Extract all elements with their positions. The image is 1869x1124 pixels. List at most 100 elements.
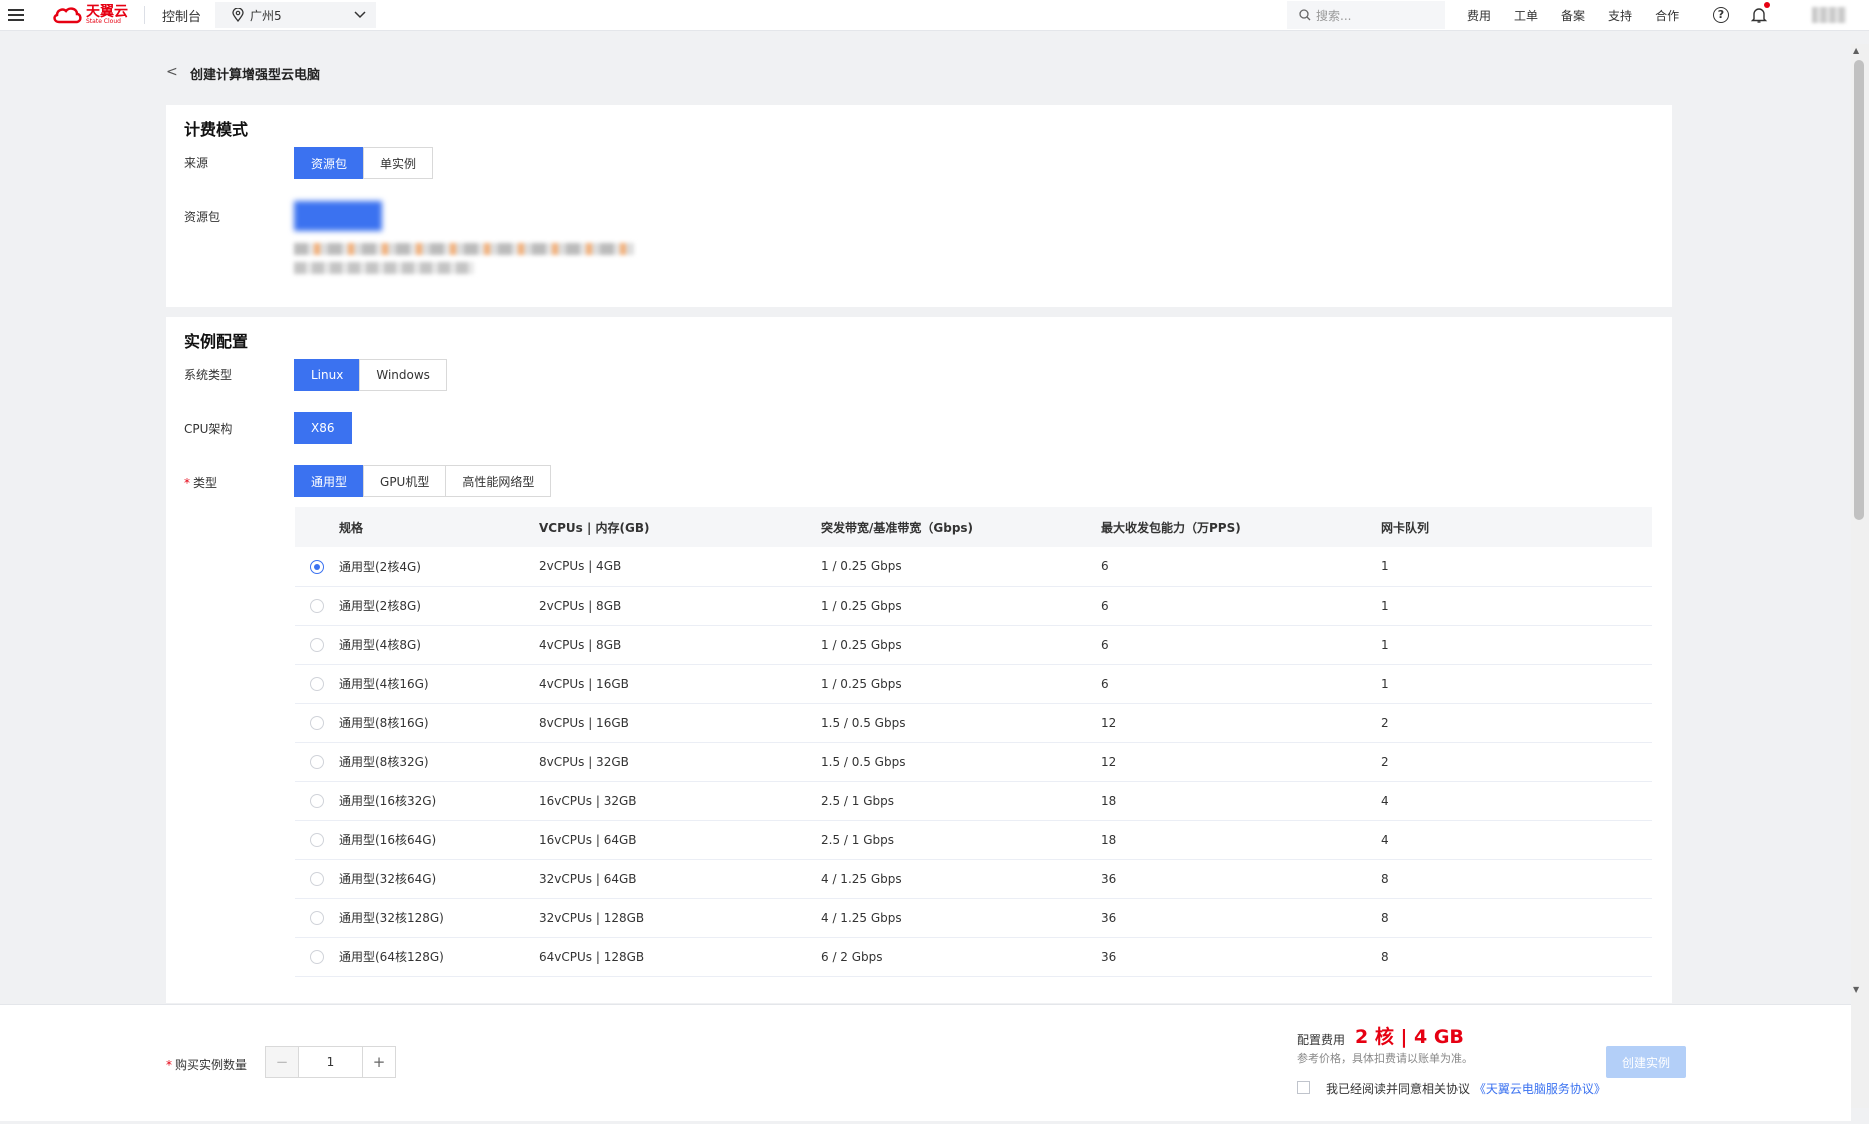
nav-link-fees[interactable]: 费用	[1467, 7, 1491, 24]
type-option-network[interactable]: 高性能网络型	[445, 465, 552, 497]
increment-button[interactable]: +	[363, 1047, 395, 1077]
quantity-label-text: 购买实例数量	[175, 1058, 248, 1072]
bottom-bar: * 购买实例数量 − 1 + 配置费用 2 核 | 4 GB 参考价格，具体扣费请…	[0, 1004, 1851, 1121]
table-row[interactable]: 通用型(16核64G) 16vCPUs | 64GB 2.5 / 1 Gbps 18 4	[295, 820, 1652, 860]
row-radio[interactable]	[310, 871, 324, 886]
source-option-package[interactable]: 资源包	[294, 147, 365, 179]
cell-nic-queue: 8	[1381, 859, 1652, 899]
scroll-down-arrow-icon[interactable]: ▼	[1853, 985, 1859, 994]
table-row[interactable]: 通用型(2核8G) 2vCPUs | 8GB 1 / 0.25 Gbps 6 1	[295, 586, 1652, 626]
back-arrow-icon[interactable]: <	[166, 64, 178, 80]
cell-pps: 12	[1101, 703, 1381, 743]
cell-nic-queue: 1	[1381, 664, 1652, 704]
cell-vcpus: 8vCPUs | 16GB	[539, 703, 821, 743]
required-mark: *	[184, 476, 190, 490]
cell-bandwidth: 1 / 0.25 Gbps	[821, 664, 1101, 704]
logo[interactable]: 天翼云 State Cloud	[52, 5, 128, 25]
type-option-general[interactable]: 通用型	[294, 465, 365, 497]
avatar[interactable]	[1812, 7, 1846, 23]
menu-icon[interactable]	[8, 9, 24, 21]
package-label: 资源包	[184, 210, 221, 224]
notification-dot	[1764, 2, 1770, 8]
cell-pps: 12	[1101, 742, 1381, 782]
table-row[interactable]: 通用型(2核4G) 2vCPUs | 4GB 1 / 0.25 Gbps 6 1	[295, 547, 1652, 587]
cell-pps: 6	[1101, 625, 1381, 665]
cell-bandwidth: 1 / 0.25 Gbps	[821, 625, 1101, 665]
nav-link-filing[interactable]: 备案	[1561, 7, 1585, 24]
console-link[interactable]: 控制台	[162, 6, 201, 25]
row-radio[interactable]	[310, 715, 324, 730]
cell-bandwidth: 4 / 1.25 Gbps	[821, 859, 1101, 899]
instance-title: 实例配置	[184, 332, 249, 351]
row-radio[interactable]	[310, 754, 324, 769]
cell-vcpus: 2vCPUs | 8GB	[539, 586, 821, 626]
agreement-link[interactable]: 《天翼云电脑服务协议》	[1474, 1082, 1606, 1096]
divider	[144, 6, 145, 24]
decrement-button[interactable]: −	[266, 1047, 298, 1077]
row-select-cell	[295, 664, 339, 704]
row-radio[interactable]	[310, 949, 324, 964]
row-radio[interactable]	[310, 559, 324, 574]
row-radio[interactable]	[310, 676, 324, 691]
cpu-option-x86[interactable]: X86	[294, 412, 352, 444]
type-label-text: 类型	[193, 476, 218, 490]
row-radio[interactable]	[310, 832, 324, 847]
nav-link-tickets[interactable]: 工单	[1514, 7, 1538, 24]
search-icon	[1299, 9, 1311, 21]
row-radio[interactable]	[310, 910, 324, 925]
row-radio[interactable]	[310, 598, 324, 613]
search-input[interactable]: 搜索...	[1287, 1, 1445, 29]
cell-vcpus: 8vCPUs | 32GB	[539, 742, 821, 782]
source-label: 来源	[184, 156, 209, 170]
cell-pps: 18	[1101, 781, 1381, 821]
cell-pps: 18	[1101, 820, 1381, 860]
table-row[interactable]: 通用型(4核16G) 4vCPUs | 16GB 1 / 0.25 Gbps 6 1	[295, 664, 1652, 704]
row-select-cell	[295, 547, 339, 587]
row-select-cell	[295, 625, 339, 665]
package-option-redacted[interactable]	[294, 201, 382, 231]
page-title: 创建计算增强型云电脑	[190, 68, 321, 83]
table-row[interactable]: 通用型(32核128G) 32vCPUs | 128GB 4 / 1.25 Gbps…	[295, 898, 1652, 938]
create-instance-button[interactable]: 创建实例	[1606, 1046, 1686, 1078]
help-icon[interactable]: ?	[1713, 7, 1729, 23]
row-radio[interactable]	[310, 793, 324, 808]
nav-link-support[interactable]: 支持	[1608, 7, 1632, 24]
scrollbar-thumb[interactable]	[1854, 60, 1864, 520]
row-select-cell	[295, 742, 339, 782]
header-spec: 规格	[339, 507, 539, 547]
cpu-selector: X86	[294, 412, 352, 444]
type-option-gpu[interactable]: GPU机型	[363, 465, 447, 497]
cell-vcpus: 32vCPUs | 128GB	[539, 898, 821, 938]
os-option-linux[interactable]: Linux	[294, 359, 361, 391]
instance-card: 实例配置 系统类型 Linux Windows CPU架构 X86 * 类型 通用…	[166, 317, 1672, 1003]
row-radio[interactable]	[310, 637, 324, 652]
scroll-up-arrow-icon[interactable]: ▲	[1853, 46, 1859, 55]
table-row[interactable]: 通用型(4核8G) 4vCPUs | 8GB 1 / 0.25 Gbps 6 1	[295, 625, 1652, 665]
bell-icon[interactable]	[1750, 6, 1768, 24]
billing-title: 计费模式	[184, 120, 249, 139]
row-select-cell	[295, 898, 339, 938]
cell-pps: 6	[1101, 664, 1381, 704]
source-option-single[interactable]: 单实例	[363, 147, 434, 179]
table-row[interactable]: 通用型(16核32G) 16vCPUs | 32GB 2.5 / 1 Gbps 18 4	[295, 781, 1652, 821]
region-select[interactable]: 广州5	[215, 2, 377, 28]
billing-card: 计费模式 来源 资源包 单实例 资源包	[166, 105, 1672, 307]
search-placeholder: 搜索...	[1316, 8, 1352, 23]
os-option-windows[interactable]: Windows	[359, 359, 447, 391]
nav-link-partners[interactable]: 合作	[1655, 7, 1679, 24]
cell-spec: 通用型(4核8G)	[339, 625, 539, 665]
table-row[interactable]: 通用型(64核128G) 64vCPUs | 128GB 6 / 2 Gbps 36 8	[295, 937, 1652, 977]
cell-bandwidth: 1.5 / 0.5 Gbps	[821, 742, 1101, 782]
spec-table: 规格 VCPUs | 内存(GB) 突发带宽/基准带宽（Gbps) 最大收发包能…	[295, 507, 1652, 977]
cell-pps: 36	[1101, 859, 1381, 899]
quantity-input[interactable]: 1	[298, 1047, 363, 1077]
cell-spec: 通用型(32核64G)	[339, 859, 539, 899]
table-row[interactable]: 通用型(8核16G) 8vCPUs | 16GB 1.5 / 0.5 Gbps 12 2	[295, 703, 1652, 743]
quantity-stepper: − 1 +	[265, 1046, 396, 1078]
cell-nic-queue: 1	[1381, 547, 1652, 587]
agree-checkbox[interactable]	[1297, 1081, 1310, 1094]
row-select-cell	[295, 586, 339, 626]
table-row[interactable]: 通用型(32核64G) 32vCPUs | 64GB 4 / 1.25 Gbps 36…	[295, 859, 1652, 899]
cell-spec: 通用型(16核32G)	[339, 781, 539, 821]
table-row[interactable]: 通用型(8核32G) 8vCPUs | 32GB 1.5 / 0.5 Gbps 12 2	[295, 742, 1652, 782]
